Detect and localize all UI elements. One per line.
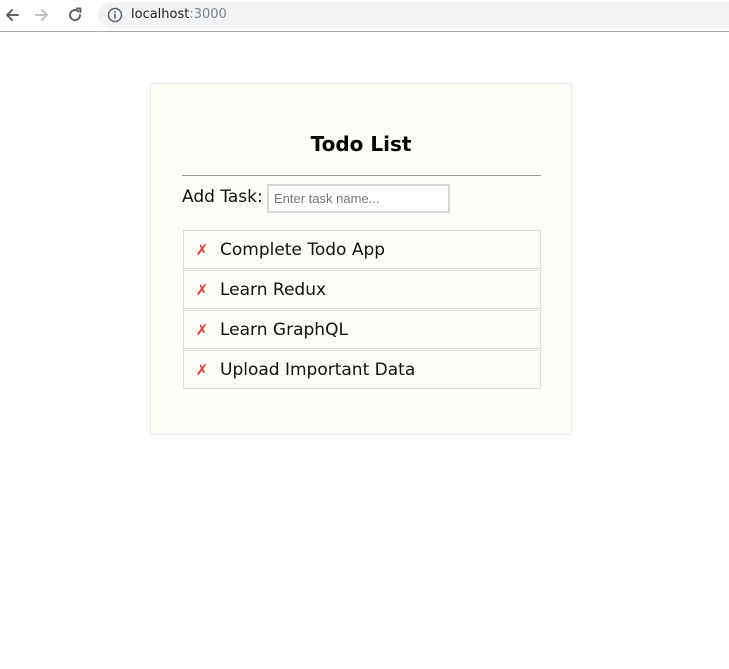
address-bar[interactable]: localhost:3000 [98,2,729,28]
delete-icon[interactable]: ✗ [195,281,209,299]
task-item: ✗ Complete Todo App [183,230,541,269]
task-label: Complete Todo App [220,240,386,260]
task-item: ✗ Learn GraphQL [183,310,541,349]
add-task-label: Add Task: [182,187,263,207]
reload-button[interactable] [64,4,86,26]
url-host: localhost [131,7,190,22]
delete-icon[interactable]: ✗ [195,361,209,379]
delete-icon[interactable]: ✗ [195,241,209,259]
task-label: Learn Redux [220,280,327,300]
task-label: Learn GraphQL [220,320,348,340]
page-title: Todo List [310,132,412,156]
browser-toolbar: localhost:3000 [0,0,729,32]
task-name-input[interactable] [267,184,450,213]
task-label: Upload Important Data [220,360,416,380]
forward-button[interactable] [31,4,53,26]
delete-icon[interactable]: ✗ [195,321,209,339]
task-item: ✗ Learn Redux [183,270,541,309]
title-divider [182,175,541,176]
url-port: :3000 [189,7,227,22]
info-icon[interactable] [107,7,123,23]
task-item: ✗ Upload Important Data [183,350,541,389]
forward-arrow-icon [35,9,48,21]
task-list: ✗ Complete Todo App ✗ Learn Redux ✗ Lear… [183,230,541,390]
back-button[interactable] [1,4,23,26]
reload-icon [69,7,82,22]
url-text[interactable]: localhost:3000 [131,6,227,24]
back-arrow-icon [6,9,19,21]
todo-card: Todo List Add Task: ✗ Complete Todo App … [150,83,572,435]
